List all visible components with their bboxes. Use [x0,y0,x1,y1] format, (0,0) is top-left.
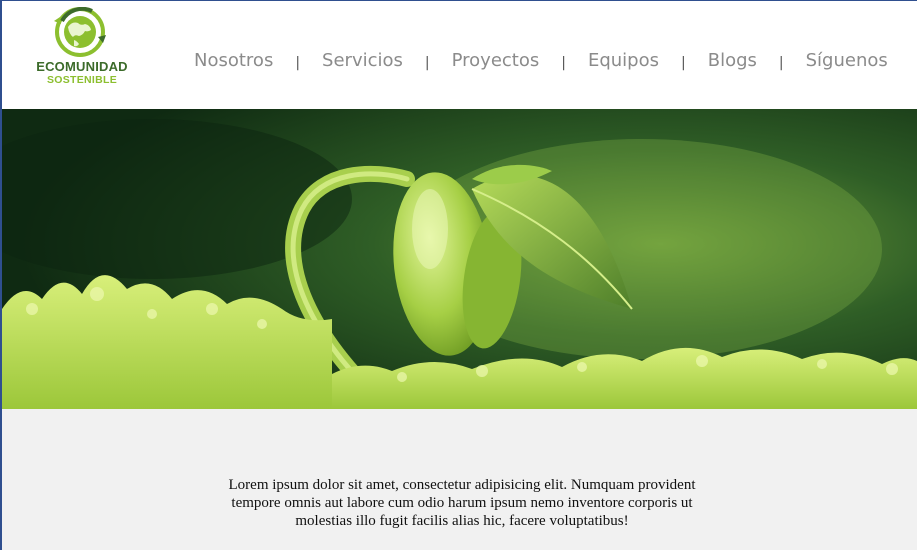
intro-paragraph: Lorem ipsum dolor sit amet, consectetur … [228,477,696,529]
sprouting-seedling-photo [2,109,917,409]
brand-name-line2: SOSTENIBLE [46,74,118,86]
nav-separator: | [295,55,301,71]
nav-item-siguenos[interactable]: Síguenos [784,50,910,71]
brand-logo[interactable]: ECOMUNIDAD SOSTENIBLE [32,7,132,91]
nav-separator: | [424,55,430,71]
content-section: Lorem ipsum dolor sit amet, consectetur … [2,409,917,550]
hero-banner [2,109,917,409]
nav-separator: | [681,55,686,71]
main-nav: Nosotros | Servicios | Proyectos | Equip… [172,47,907,73]
nav-item-nosotros[interactable]: Nosotros [172,50,295,71]
globe-recycle-icon [54,7,106,57]
nav-item-blogs[interactable]: Blogs [686,50,779,71]
brand-name-line1: ECOMUNIDAD [36,59,128,74]
nav-separator: | [561,55,566,71]
nav-separator: | [778,55,784,71]
site-header: ECOMUNIDAD SOSTENIBLE Nosotros | Servici… [2,1,917,109]
nav-item-equipos[interactable]: Equipos [566,50,681,71]
nav-item-proyectos[interactable]: Proyectos [430,50,562,71]
nav-item-servicios[interactable]: Servicios [300,50,425,71]
